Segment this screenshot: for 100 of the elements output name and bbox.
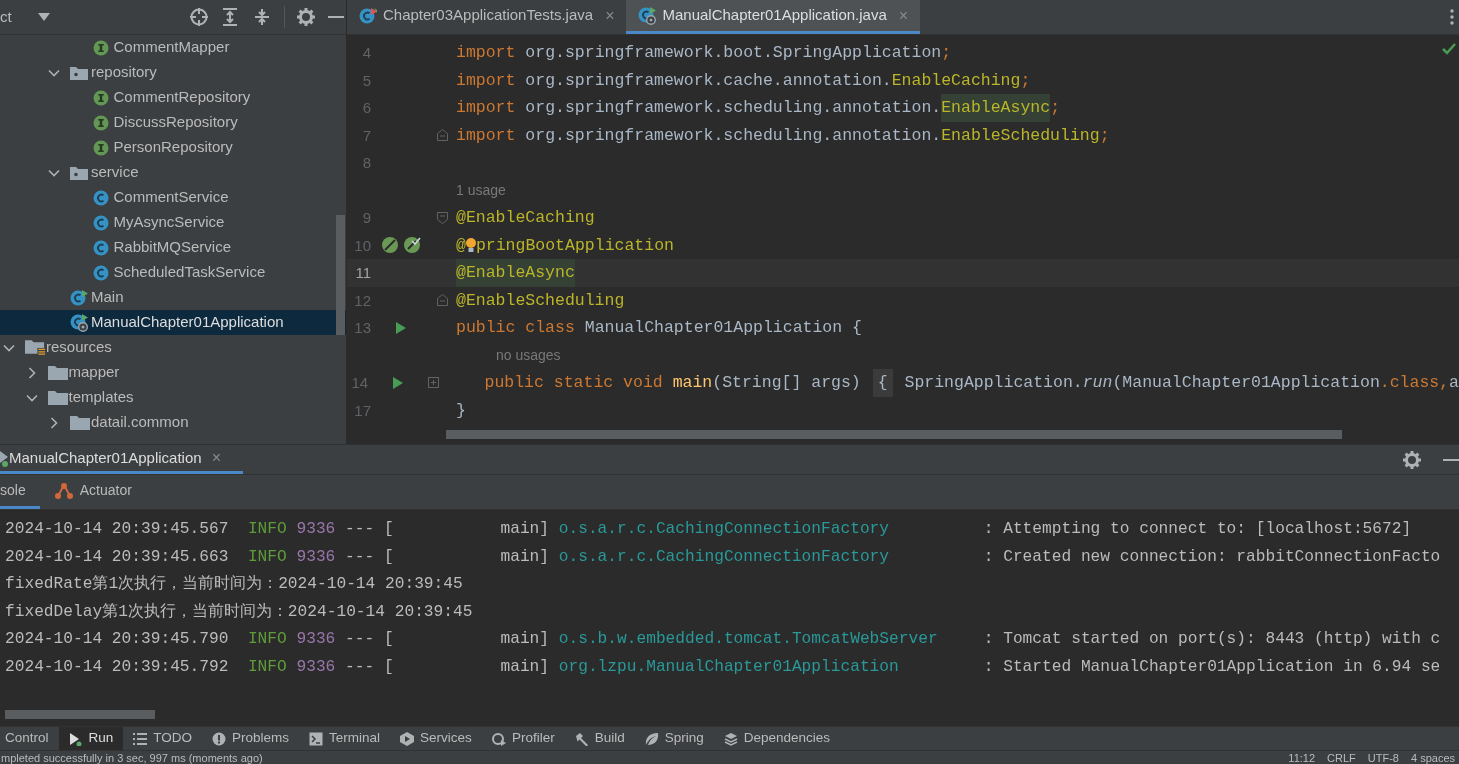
status-item[interactable]: 4 spaces (1410, 750, 1455, 764)
tree-label: MyAsyncService (113, 212, 225, 233)
console-line: fixedDelay第1次执行，当前时间为：2024-10-14 20:39:45 (5, 601, 474, 623)
tree-item[interactable]: mapper (0, 360, 346, 385)
layers-icon (723, 731, 738, 746)
run-icon[interactable] (392, 375, 405, 390)
bean-icon[interactable] (403, 236, 421, 255)
crosshair-icon[interactable] (189, 7, 209, 27)
tree-item[interactable]: repository (0, 60, 346, 85)
tree-item[interactable]: ManualChapter01Application (0, 310, 346, 335)
tree-item[interactable]: templates (0, 385, 346, 410)
tree-item[interactable]: CommentMapper (0, 35, 346, 60)
tree-label: PersonRepository (113, 137, 233, 158)
line-number: 9 (362, 209, 371, 226)
line-number: 4 (362, 44, 371, 61)
run-icon[interactable] (395, 320, 407, 335)
tool-window-button[interactable]: Problems (202, 727, 300, 750)
console-line: 2024-10-14 20:39:45.790 INFO 9336 --- [ main] o.s.b.w.embedded.tomcat.TomcatWebServer : Tomcat started on port(s): 8443 (http) with c (5, 629, 1442, 650)
fold-icon[interactable] (437, 129, 448, 142)
line-number: 10 (354, 236, 371, 254)
services-icon (400, 731, 415, 746)
tool-window-button[interactable]: TODO (123, 727, 203, 750)
code-line: @EnableScheduling (456, 289, 625, 312)
settings-icon[interactable] (1403, 450, 1421, 469)
folder-icon (47, 365, 68, 380)
tab-label: Chapter03ApplicationTests.java (383, 5, 594, 26)
line-number: 8 (362, 154, 371, 171)
line-number: 11 (355, 264, 371, 281)
folder-icon (70, 415, 90, 430)
console-line: 2024-10-14 20:39:45.792 INFO 9336 --- [ main] org.lzpu.ManualChapter01Application : Started ManualChapter01Application in 6.94 se (5, 656, 1442, 678)
spring-boot-class-icon (70, 313, 88, 332)
editor-tab[interactable]: ManualChapter01Application.java × (626, 0, 921, 34)
tree-item[interactable]: resources (0, 335, 346, 360)
tree-item[interactable]: Main (0, 285, 346, 310)
tree-label: ManualChapter01Application (91, 312, 284, 333)
code-line: public static void main(String[] args) { SpringApplication.run(ManualChapter01Application.class,a (484, 369, 1459, 397)
class-icon (92, 214, 109, 231)
code-line: @ pringBootApplication (456, 234, 674, 257)
actuator-icon (53, 481, 74, 500)
line-number: 17 (354, 401, 371, 419)
tree-item[interactable]: DiscussRepository (0, 110, 346, 135)
editor-tab[interactable]: Chapter03ApplicationTests.java × (347, 0, 627, 34)
settings-icon[interactable] (297, 8, 315, 26)
package-icon (70, 165, 88, 180)
usage-hint: 1 usage (456, 180, 506, 200)
tool-window-button[interactable]: Spring (634, 727, 714, 750)
tree-item[interactable]: MyAsyncService (0, 210, 346, 235)
status-item[interactable]: 11:12 (1288, 750, 1316, 764)
tree-item[interactable]: RabbitMQService (0, 235, 346, 260)
expand-all-icon[interactable] (222, 8, 238, 26)
tool-window-button[interactable]: Run (58, 727, 124, 750)
code-line: import org.springframework.boot.SpringApplication; (456, 42, 952, 64)
tree-item[interactable]: service (0, 160, 346, 185)
tool-window-button[interactable]: Profiler (481, 727, 565, 750)
status-item[interactable]: CRLF (1327, 750, 1356, 764)
tool-window-button[interactable]: Build (564, 727, 635, 750)
list-icon (133, 731, 148, 746)
close-icon[interactable]: × (211, 446, 221, 470)
interface-icon (92, 139, 109, 156)
runnable-class-icon (70, 289, 88, 306)
caret-icon[interactable] (37, 13, 50, 21)
minimize-icon[interactable] (1443, 458, 1459, 461)
run-config-icon (0, 449, 10, 467)
console-line: fixedRate第1次执行，当前时间为：2024-10-14 20:39:45 (5, 574, 464, 595)
tool-window-button[interactable]: Dependencies (713, 727, 841, 750)
panel-tab[interactable]: sole (0, 475, 40, 509)
console-line: 2024-10-14 20:39:45.663 INFO 9336 --- [ main] o.s.a.r.c.CachingConnectionFactory : Created new connection: rabbitConnectionFacto (5, 546, 1442, 568)
scrollbar-thumb[interactable] (5, 710, 155, 719)
more-icon[interactable] (1450, 9, 1454, 25)
tree-item[interactable]: ScheduledTaskService (0, 260, 346, 285)
tree-label: CommentRepository (113, 87, 251, 108)
tree-item[interactable]: CommentRepository (0, 85, 346, 110)
bean-icon[interactable] (381, 236, 399, 255)
expand-fold-icon[interactable] (427, 377, 439, 389)
tool-window-button[interactable]: Services (390, 727, 482, 750)
fold-icon[interactable] (437, 294, 448, 307)
tool-window-button[interactable]: Terminal (299, 727, 391, 750)
scrollbar-thumb[interactable] (446, 430, 1342, 439)
tree-item[interactable]: datail.common (0, 410, 346, 435)
tab-label: ManualChapter01Application.java (662, 5, 887, 26)
scrollbar-thumb[interactable] (336, 215, 345, 335)
fold-icon[interactable] (437, 211, 448, 224)
status-item[interactable]: UTF-8 (1367, 750, 1399, 764)
collapse-all-icon[interactable] (254, 8, 270, 26)
tree-item[interactable]: PersonRepository (0, 135, 346, 160)
terminal-icon (309, 731, 324, 746)
profiler-icon (491, 731, 506, 746)
run-icon (68, 731, 83, 746)
class-icon (92, 189, 109, 206)
tree-label: datail.common (91, 412, 189, 433)
leaf-icon (644, 731, 659, 746)
code-line: import org.springframework.scheduling.annotation.EnableScheduling; (456, 124, 1110, 147)
lightbulb-icon (465, 237, 476, 254)
tree-label: service (91, 162, 139, 183)
warning-icon (212, 731, 227, 746)
tree-item[interactable]: CommentService (0, 185, 346, 210)
panel-tab[interactable]: Actuator (39, 475, 146, 509)
check-icon (1442, 43, 1456, 55)
close-icon[interactable]: × (605, 3, 615, 28)
tool-window-button[interactable]: Control (0, 727, 59, 750)
